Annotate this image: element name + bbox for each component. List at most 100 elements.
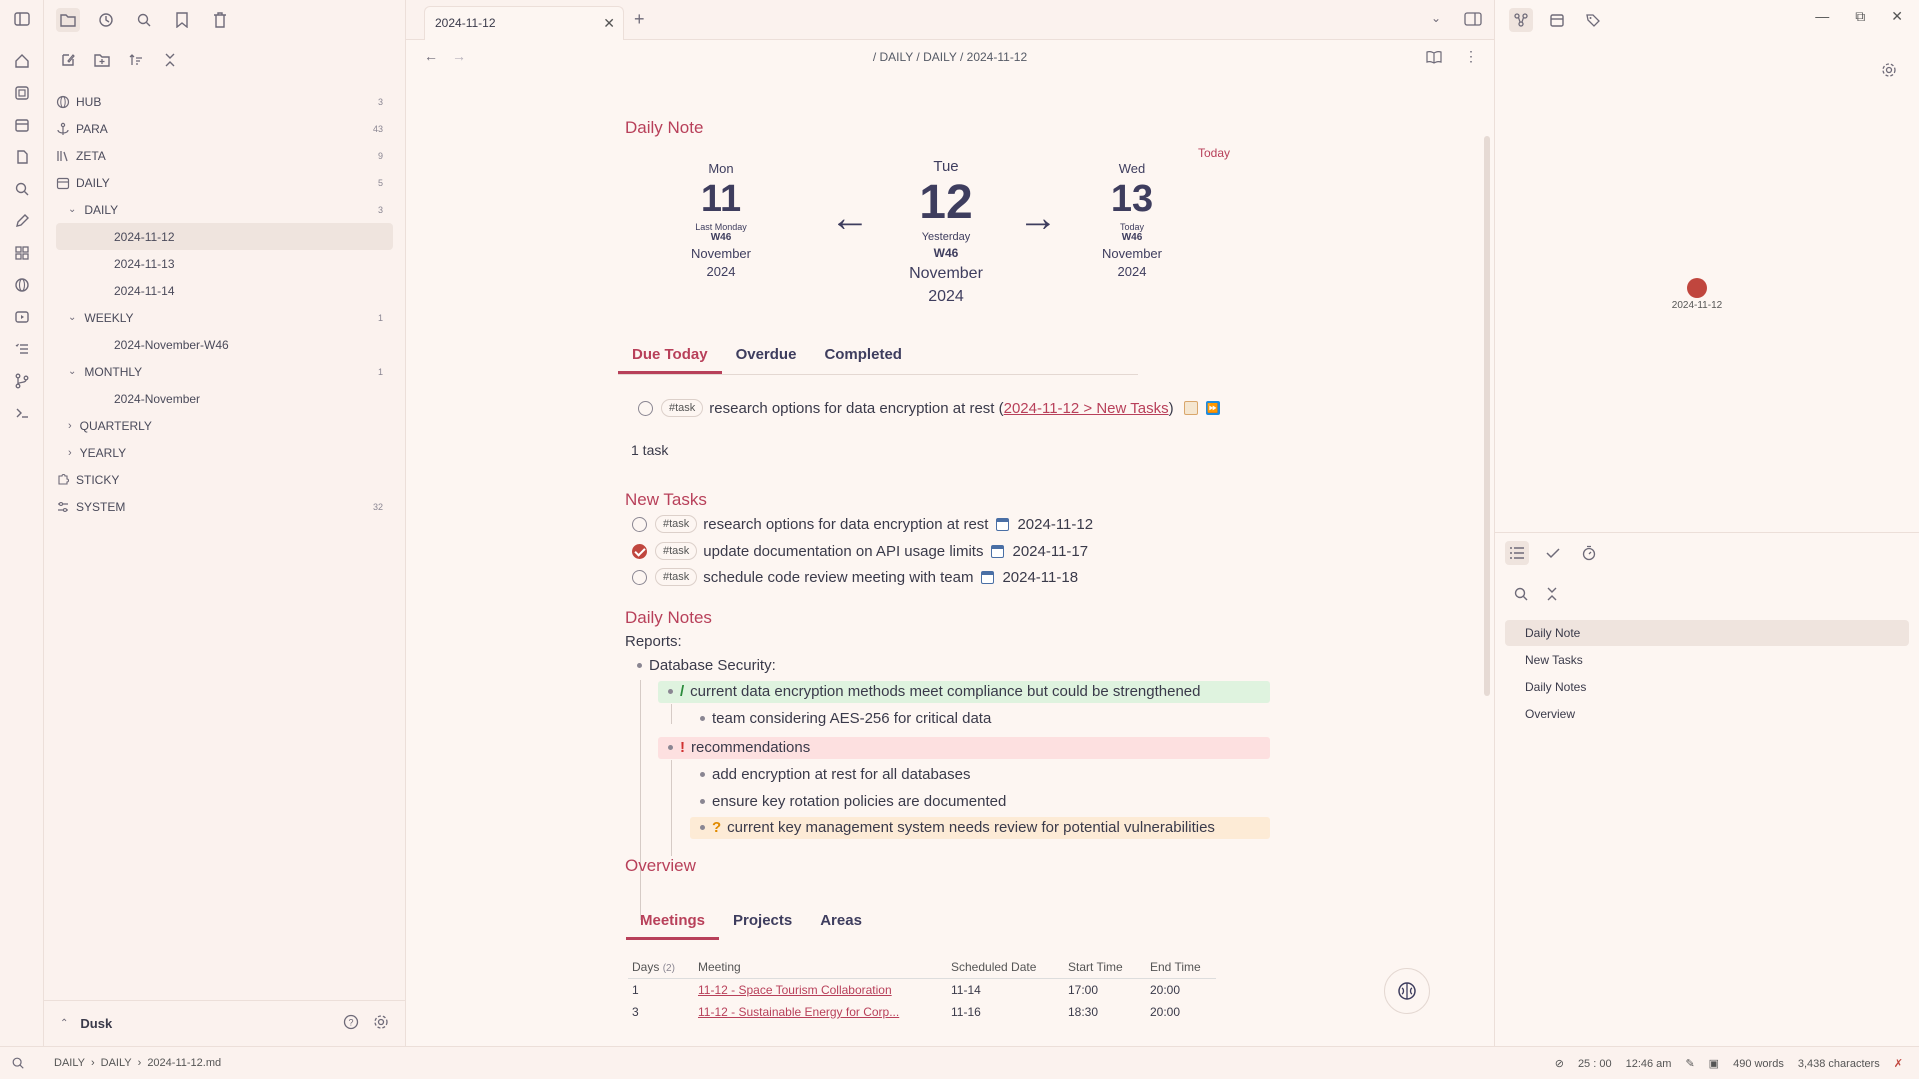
path-segment[interactable]: DAILY: [54, 1057, 85, 1069]
tree-item-daily-folder[interactable]: ⌄ DAILY 3: [56, 196, 393, 223]
task-tag[interactable]: #task: [655, 568, 698, 586]
more-options-icon[interactable]: ⋮: [1464, 48, 1478, 65]
tab-meetings[interactable]: Meetings: [626, 912, 720, 940]
task-tag[interactable]: #task: [655, 515, 698, 533]
col-days[interactable]: Days (2): [628, 956, 694, 979]
edit-task-icon[interactable]: [1183, 401, 1198, 415]
tree-item-weekly[interactable]: ⌄ WEEKLY 1: [56, 304, 393, 331]
graph-node[interactable]: [1687, 278, 1707, 298]
timer-icon[interactable]: [1577, 541, 1601, 565]
tree-item-2024-november-w46[interactable]: 2024-November-W46: [56, 331, 393, 358]
minimize-icon[interactable]: —: [1815, 8, 1829, 25]
col-start-time[interactable]: Start Time: [1064, 956, 1146, 979]
graph-settings-gear-icon[interactable]: [1881, 62, 1897, 81]
new-note-icon[interactable]: [56, 48, 80, 72]
prev-day-arrow-icon[interactable]: ←: [830, 196, 870, 241]
trash-icon[interactable]: [208, 8, 232, 32]
tree-item-monthly[interactable]: ⌄ MONTHLY 1: [56, 358, 393, 385]
sync-off-icon[interactable]: ✗: [1894, 1057, 1903, 1070]
tree-item-2024-11-12[interactable]: 2024-11-12: [56, 223, 393, 250]
outline-item[interactable]: New Tasks: [1505, 646, 1909, 673]
tab-projects[interactable]: Projects: [719, 912, 806, 940]
tags-icon[interactable]: [1581, 8, 1605, 32]
search-icon[interactable]: [132, 8, 156, 32]
globe-icon[interactable]: [11, 274, 33, 296]
home-icon[interactable]: [11, 50, 33, 72]
close-window-icon[interactable]: ✕: [1891, 8, 1903, 25]
scrollbar[interactable]: [1484, 136, 1490, 696]
search-icon[interactable]: [11, 178, 33, 200]
tab-overdue[interactable]: Overdue: [722, 346, 811, 374]
path-segment[interactable]: 2024-11-12.md: [147, 1057, 221, 1069]
restore-icon[interactable]: ⧉: [1855, 8, 1865, 25]
timer-off-icon[interactable]: ⊘: [1555, 1057, 1564, 1070]
prev-day-card[interactable]: Mon 11 Last Monday W46 November 2024: [676, 161, 766, 279]
edit-mode-icon[interactable]: ✎: [1685, 1057, 1694, 1070]
git-branch-icon[interactable]: [11, 370, 33, 392]
col-meeting[interactable]: Meeting: [694, 956, 947, 979]
bookmark-icon[interactable]: [170, 8, 194, 32]
new-folder-icon[interactable]: [90, 48, 114, 72]
terminal-icon[interactable]: [11, 402, 33, 424]
tree-item-hub[interactable]: HUB 3: [56, 88, 393, 115]
tree-item-yearly[interactable]: › YEARLY: [56, 439, 393, 466]
outline-list-icon[interactable]: [1505, 541, 1529, 565]
check-icon[interactable]: [1541, 541, 1565, 565]
chevron-down-icon[interactable]: ⌄: [1431, 11, 1441, 25]
task-checkbox-checked[interactable]: [632, 543, 647, 559]
tab-areas[interactable]: Areas: [806, 912, 876, 940]
tab-due-today[interactable]: Due Today: [618, 346, 722, 374]
collapse-all-icon[interactable]: [1545, 586, 1559, 605]
task-checkbox[interactable]: [632, 569, 647, 585]
sidebar-right-toggle-icon[interactable]: [1464, 12, 1482, 29]
col-end-time[interactable]: End Time: [1146, 956, 1216, 979]
path-segment[interactable]: DAILY: [101, 1057, 132, 1069]
task-source-link[interactable]: 2024-11-12 > New Tasks: [1004, 400, 1169, 417]
task-tag[interactable]: #task: [661, 399, 704, 417]
checklist-icon[interactable]: [11, 338, 33, 360]
graph-icon[interactable]: [1509, 8, 1533, 32]
pomodoro-timer[interactable]: 25 : 00: [1578, 1058, 1612, 1070]
settings-gear-icon[interactable]: [373, 1014, 389, 1033]
tree-item-zeta[interactable]: ZETA 9: [56, 142, 393, 169]
outline-item[interactable]: Overview: [1505, 700, 1909, 727]
status-breadcrumb[interactable]: DAILY › DAILY › 2024-11-12.md: [54, 1057, 221, 1069]
next-day-card[interactable]: Wed 13 Today W46 November 2024: [1087, 161, 1177, 279]
postpone-task-icon[interactable]: ⏩: [1205, 401, 1220, 415]
tab-2024-11-12[interactable]: 2024-11-12 ✕: [424, 6, 624, 40]
pen-icon[interactable]: [11, 210, 33, 232]
pages-icon[interactable]: [11, 82, 33, 104]
tree-item-sticky[interactable]: STICKY: [56, 466, 393, 493]
tree-item-daily-root[interactable]: DAILY 5: [56, 169, 393, 196]
sidebar-toggle-icon[interactable]: [11, 8, 33, 30]
today-link[interactable]: Today: [1198, 146, 1230, 160]
tree-item-quarterly[interactable]: › QUARTERLY: [56, 412, 393, 439]
collapse-all-icon[interactable]: [158, 48, 182, 72]
next-day-arrow-icon[interactable]: →: [1018, 196, 1058, 241]
tree-item-system[interactable]: SYSTEM 32: [56, 493, 393, 520]
breadcrumb[interactable]: / DAILY / DAILY / 2024-11-12: [406, 50, 1494, 64]
tab-completed[interactable]: Completed: [810, 346, 916, 374]
sort-icon[interactable]: [124, 48, 148, 72]
slides-icon[interactable]: [11, 306, 33, 328]
screenshot-icon[interactable]: ▣: [1709, 1057, 1719, 1070]
dashboard-icon[interactable]: [11, 242, 33, 264]
task-checkbox[interactable]: [638, 400, 653, 416]
folder-icon[interactable]: [56, 8, 80, 32]
close-icon[interactable]: ✕: [603, 15, 615, 32]
tree-item-2024-11-13[interactable]: 2024-11-13: [56, 250, 393, 277]
file-icon[interactable]: [11, 146, 33, 168]
col-scheduled-date[interactable]: Scheduled Date: [947, 956, 1064, 979]
tree-item-para[interactable]: PARA 43: [56, 115, 393, 142]
meeting-link[interactable]: 11-12 - Sustainable Energy for Corp...: [698, 1005, 899, 1019]
task-tag[interactable]: #task: [655, 542, 698, 560]
clock-icon[interactable]: [94, 8, 118, 32]
search-icon[interactable]: [1513, 586, 1529, 605]
vault-switcher[interactable]: ⌃ Dusk ?: [44, 1000, 405, 1046]
outline-item[interactable]: Daily Notes: [1505, 673, 1909, 700]
meeting-link[interactable]: 11-12 - Space Tourism Collaboration: [698, 983, 892, 997]
outline-item[interactable]: Daily Note: [1505, 620, 1909, 646]
task-checkbox[interactable]: [632, 516, 647, 532]
help-icon[interactable]: ?: [343, 1014, 359, 1033]
calendar-icon[interactable]: [11, 114, 33, 136]
